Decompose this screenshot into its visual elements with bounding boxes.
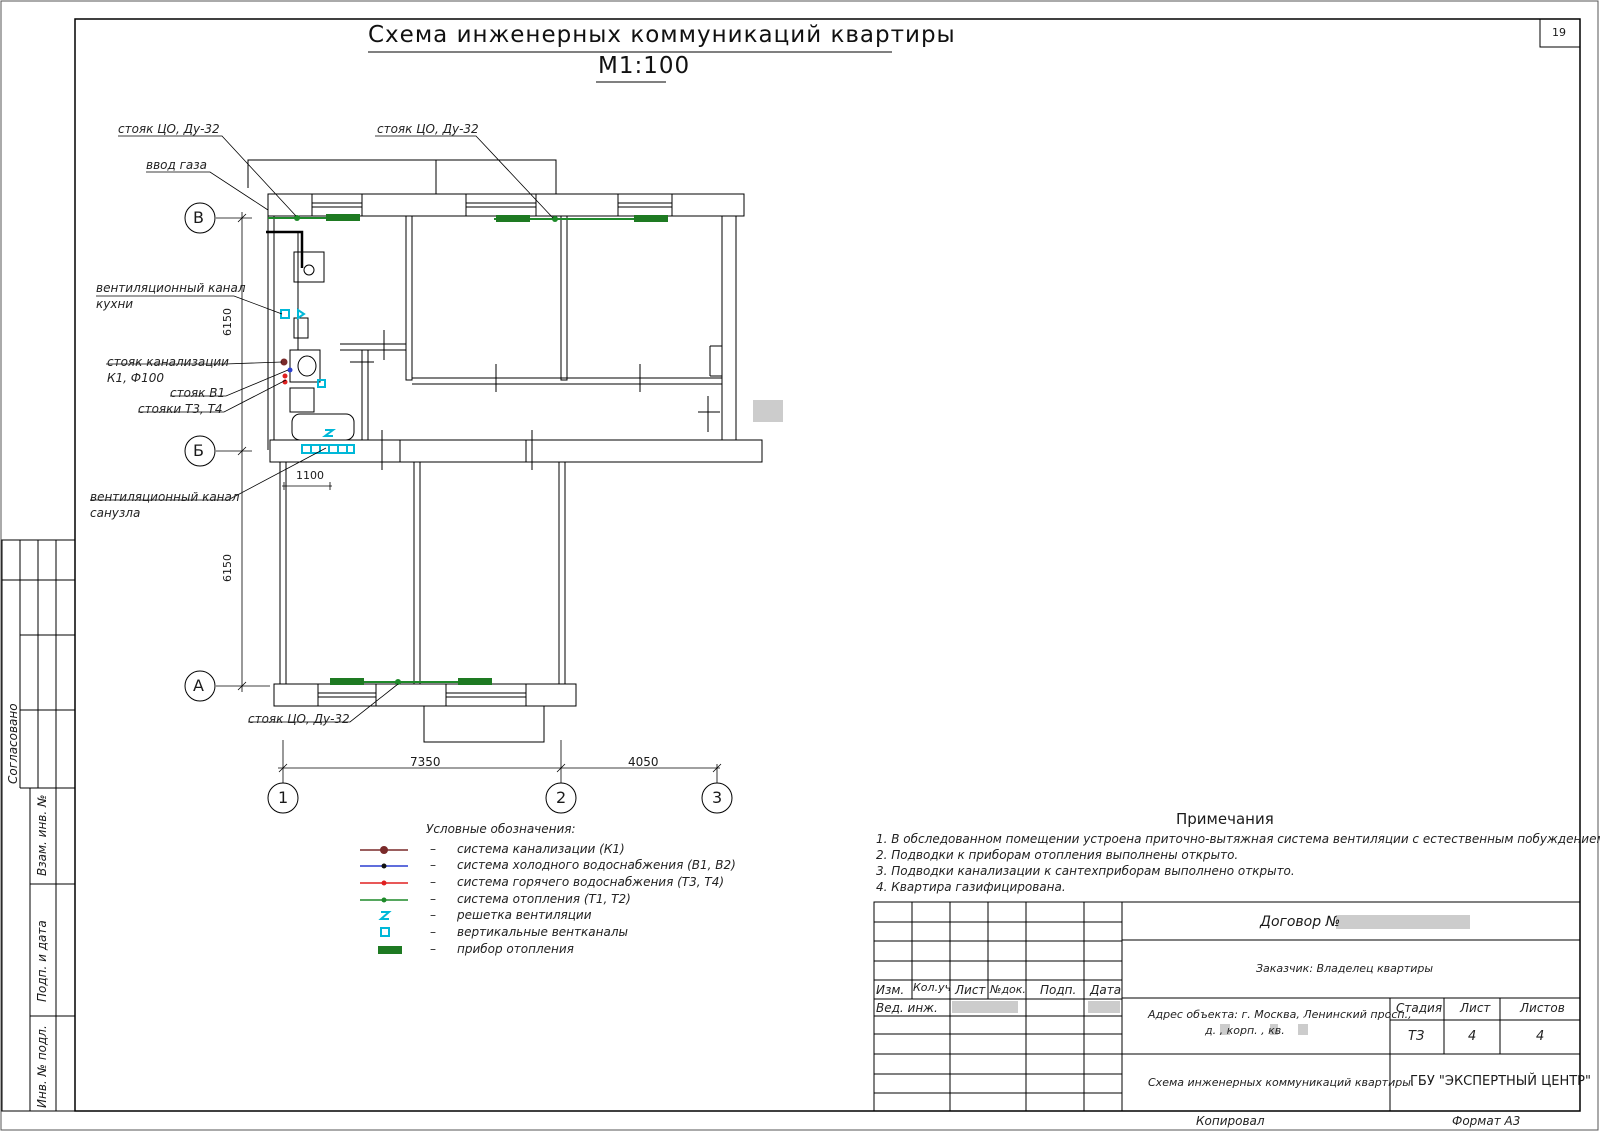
callout-sewer-riser: стояк канализации	[107, 355, 229, 369]
tb-customer: Заказчик: Владелец квартиры	[1256, 962, 1434, 975]
tb-header-podp: Подп.	[1040, 983, 1077, 997]
redaction-block	[753, 400, 783, 422]
leader-lines	[90, 135, 554, 723]
legend-symbols	[360, 846, 408, 954]
redaction-date	[1088, 1001, 1120, 1013]
callout-vent-bath: вентиляционный канал	[90, 490, 240, 504]
callout-riser-co-top-left: стояк ЦО, Ду-32	[118, 122, 220, 136]
callout-riser-co-top-right: стояк ЦО, Ду-32	[377, 122, 479, 136]
footer-format: Формат А3	[1452, 1114, 1521, 1128]
axis-label-1: 1	[278, 788, 289, 807]
callout-vent-kitchen: вентиляционный канал	[96, 281, 246, 295]
inner-frame	[74, 18, 1581, 1112]
legend-item-radiator: прибор отопления	[457, 942, 574, 956]
tb-address-line1: Адрес объекта: г. Москва, Ленинский прос…	[1148, 1008, 1412, 1021]
page-scale: М1:100	[598, 53, 691, 79]
gas-pipe	[266, 230, 304, 268]
page-number: 19	[1552, 26, 1566, 39]
dimension-6150-bottom: 6150	[221, 554, 234, 582]
tb-sheets-label: Листов	[1520, 1001, 1565, 1015]
legend-dash: –	[430, 908, 436, 922]
axis-label-a: А	[193, 676, 204, 695]
note-item: 2. Подводки к приборам отопления выполне…	[876, 848, 1239, 862]
side-stamp-inv-podl: Инв. № подл.	[35, 1025, 49, 1108]
tb-sheet-name: Схема инженерных коммуникаций квартиры.	[1148, 1076, 1415, 1089]
callout-risers-t3-t4: стояки Т3, Т4	[138, 402, 223, 416]
tb-header-kol: Кол.уч	[913, 981, 952, 994]
axis-label-2: 2	[556, 788, 567, 807]
side-stamp-vzam: Взам. инв. №	[35, 794, 49, 876]
legend-dash: –	[430, 842, 436, 856]
legend-item-hot-water: система горячего водоснабжения (Т3, Т4)	[457, 875, 725, 889]
callout-vent-bath-2: санузла	[90, 506, 141, 520]
redaction-apt	[1298, 1024, 1308, 1035]
tb-org: ГБУ "ЭКСПЕРТНЫЙ ЦЕНТР"	[1410, 1074, 1591, 1089]
callout-riser-co-bottom: стояк ЦО, Ду-32	[248, 712, 350, 726]
legend-dash: –	[430, 875, 436, 889]
tb-sheet-label: Лист	[1460, 1001, 1491, 1015]
redaction-contract	[1336, 915, 1470, 929]
outer-border	[0, 0, 1599, 1131]
tb-header-data: Дата	[1090, 983, 1122, 997]
drawing-sheet: 19 Схема инженерных коммуникаций квартир…	[0, 0, 1600, 1132]
legend-dash: –	[430, 858, 436, 872]
dimension-4050: 4050	[628, 755, 659, 769]
dimension-6150-top: 6150	[221, 308, 234, 336]
callout-vent-kitchen-2: кухни	[96, 297, 134, 311]
tb-header-ndok: №док.	[990, 983, 1026, 996]
tb-stage-label: Стадия	[1396, 1001, 1443, 1015]
legend-heading: Условные обозначения:	[426, 822, 576, 836]
tb-stage-value: ТЗ	[1408, 1029, 1425, 1044]
tb-sheets-value: 4	[1536, 1029, 1545, 1044]
tb-address-line2: д. , корп. , кв.	[1205, 1024, 1285, 1037]
side-stamp-agreed: Согласовано	[6, 703, 20, 784]
callout-gas-input: ввод газа	[146, 158, 207, 172]
note-item: 3. Подводки канализации к сантехприборам…	[876, 864, 1295, 878]
legend-dash: –	[430, 925, 436, 939]
redaction-name	[952, 1001, 1018, 1013]
axis-label-3: 3	[712, 788, 723, 807]
tb-contract: Договор №	[1260, 914, 1341, 930]
callout-riser-v1: стояк В1	[170, 386, 226, 400]
dimension-7350: 7350	[410, 755, 441, 769]
footer-copied: Копировал	[1196, 1114, 1265, 1128]
side-stamp-podp-data: Подп. и дата	[35, 920, 49, 1002]
legend-dash: –	[430, 892, 436, 906]
dimension-1100: 1100	[296, 469, 324, 482]
legend-item-sewer: система канализации (К1)	[457, 842, 625, 856]
axis-label-v: В	[193, 208, 204, 227]
notes-heading: Примечания	[1176, 810, 1274, 828]
axis-label-b: Б	[193, 441, 204, 460]
callout-sewer-riser-2: К1, Ф100	[107, 371, 165, 385]
note-item: 4. Квартира газифицирована.	[876, 880, 1066, 894]
note-item: 1. В обследованном помещении устроена пр…	[876, 832, 1600, 846]
tb-ved-inzh: Вед. инж.	[876, 1001, 938, 1015]
legend-item-vent-grille: решетка вентиляции	[457, 908, 592, 922]
page-title: Схема инженерных коммуникаций квартиры	[368, 22, 956, 48]
legend-item-cold-water: система холодного водоснабжения (В1, В2)	[457, 858, 736, 872]
risers	[280, 358, 293, 385]
tb-sheet-value: 4	[1468, 1029, 1477, 1044]
floor-plan	[247, 159, 763, 743]
legend-item-heating: система отопления (Т1, Т2)	[457, 892, 631, 906]
tb-header-izm: Изм.	[876, 983, 905, 997]
legend-item-vent-channels: вертикальные вентканалы	[457, 925, 628, 939]
legend-dash: –	[430, 942, 436, 956]
tb-header-list: Лист	[955, 983, 986, 997]
